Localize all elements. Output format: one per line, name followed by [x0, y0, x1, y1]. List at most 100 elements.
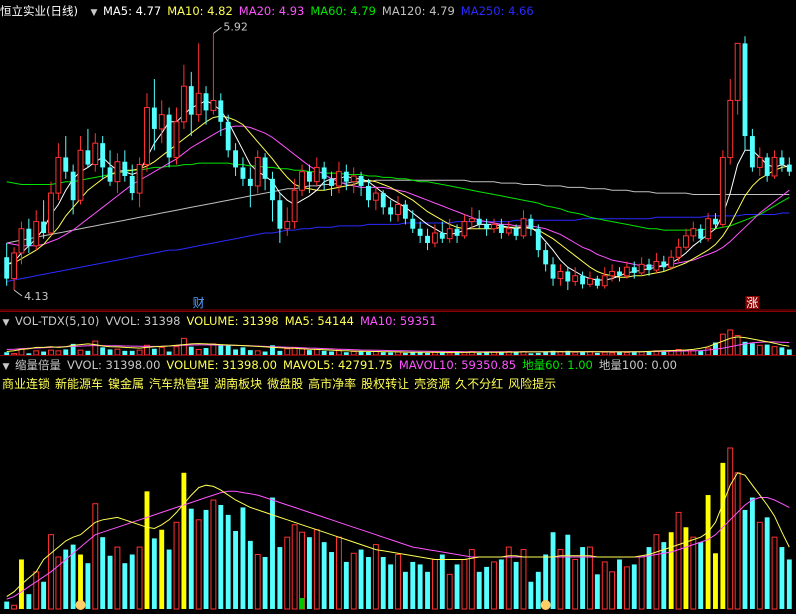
candle-body — [476, 218, 482, 225]
candle-body — [313, 166, 320, 183]
volume-indicator-name[interactable]: VOL-TDX(5,10) — [15, 314, 99, 328]
volume-bar — [203, 348, 209, 355]
candle-body — [779, 157, 785, 165]
indicator-bar — [195, 519, 202, 610]
candle-body — [638, 263, 645, 274]
candle-body — [786, 164, 792, 172]
candle-body — [277, 200, 283, 229]
candle-body — [601, 275, 608, 287]
sector-tag[interactable]: 壳资源 — [414, 377, 450, 391]
volume-bar — [100, 347, 106, 355]
indicator-bar — [380, 556, 386, 609]
volume-bar — [188, 346, 194, 355]
candle-body — [55, 156, 62, 194]
candle-body — [520, 218, 527, 237]
indicator-bar — [203, 509, 209, 609]
event-bulb-icon — [75, 600, 86, 610]
indicator-bar — [638, 556, 645, 610]
indicator-bar — [439, 554, 445, 609]
candle-body — [270, 178, 275, 201]
volume-bar — [240, 347, 246, 355]
sector-tag[interactable]: 微盘股 — [267, 377, 303, 391]
volume-bar — [779, 347, 785, 355]
sector-tag[interactable]: 高市净率 — [308, 377, 356, 391]
candle-body — [410, 218, 416, 229]
rise-marker: 涨 — [746, 295, 758, 310]
indicator-bar — [4, 601, 10, 609]
indicator-bar — [350, 552, 357, 610]
candle-body — [498, 224, 504, 233]
indicator-bar — [85, 563, 91, 609]
collapse-triangle-icon[interactable]: ▼ — [0, 315, 12, 329]
indicator-bar — [528, 581, 534, 609]
indicator-bar — [372, 544, 379, 610]
sector-tag[interactable]: 新能源车 — [55, 377, 103, 391]
indicator-bar — [321, 542, 327, 609]
sector-tag[interactable]: 风险提示 — [508, 377, 556, 391]
volume-legend-item: MA5: 54144 — [284, 314, 354, 328]
sector-tag[interactable]: 镍金属 — [108, 377, 144, 391]
candle-body — [144, 107, 150, 166]
indicator-bar — [402, 571, 408, 609]
indicator-bar-double — [668, 532, 674, 609]
candle-body — [114, 161, 121, 183]
candle-body — [26, 228, 32, 246]
indicator-bar — [395, 554, 401, 610]
indicator-bar — [343, 561, 349, 609]
indicator-bar — [262, 556, 268, 609]
indicator-bar — [513, 561, 519, 609]
candle-body — [366, 185, 371, 201]
indicator-bar — [617, 559, 622, 609]
candle-body — [380, 193, 386, 208]
candle-body — [719, 156, 726, 225]
candle-body — [85, 150, 91, 165]
sector-tag[interactable]: 股权转让 — [361, 377, 409, 391]
collapse-triangle-icon[interactable]: ▼ — [0, 359, 12, 373]
indicator-legend-item: VVOL: 31398.00 — [67, 358, 161, 372]
candle-body — [395, 203, 401, 215]
indicator-bar — [461, 558, 468, 610]
indicator-bar — [284, 536, 291, 610]
indicator-bar — [240, 507, 246, 609]
volume-legend-item: MA10: 59351 — [359, 314, 437, 328]
candle-body — [749, 136, 755, 168]
candle-body — [557, 270, 564, 280]
candle-body — [100, 143, 106, 168]
volume-bar — [764, 344, 770, 355]
candle-body — [661, 261, 667, 268]
candle-body — [11, 252, 18, 280]
candle-body — [158, 114, 165, 130]
candle-body — [698, 228, 704, 239]
indicator-bar — [594, 574, 600, 609]
indicator-bar — [129, 554, 135, 609]
indicator-bar — [166, 549, 172, 609]
volume-bar — [705, 347, 712, 356]
candle-body — [77, 149, 84, 201]
candle-body — [254, 156, 261, 187]
candle-body — [262, 157, 268, 179]
candle-body — [543, 250, 549, 265]
indicator-bar-double — [181, 472, 187, 609]
indicator-bar-double — [720, 462, 726, 609]
indicator-name[interactable]: 缩量倍量 — [15, 358, 61, 372]
candle-body — [4, 257, 10, 279]
volume-legend-item: VOLUME: 31398 — [186, 314, 279, 328]
sector-tag[interactable]: 久不分红 — [455, 377, 503, 391]
indicator-bar — [313, 529, 320, 610]
indicator-bar — [779, 547, 785, 609]
indicator-bar — [410, 561, 416, 609]
volume-bar — [771, 346, 778, 356]
candle-body — [284, 221, 291, 230]
candle-body — [299, 171, 305, 191]
collapse-triangle-icon[interactable]: ▼ — [88, 5, 100, 19]
indicator-bar — [535, 571, 541, 609]
indicator-bar — [247, 540, 253, 609]
indicator-bar-double — [144, 491, 150, 609]
sector-tag[interactable]: 汽车热管理 — [149, 377, 209, 391]
chart-canvas[interactable]: 5.92 4.13 财 涨 — [0, 0, 796, 614]
sector-tag[interactable]: 商业连锁 — [2, 377, 50, 391]
panel-divider — [0, 311, 796, 312]
sector-tag[interactable]: 湖南板块 — [214, 377, 262, 391]
candle-body — [439, 232, 445, 239]
candle-body — [690, 228, 697, 237]
